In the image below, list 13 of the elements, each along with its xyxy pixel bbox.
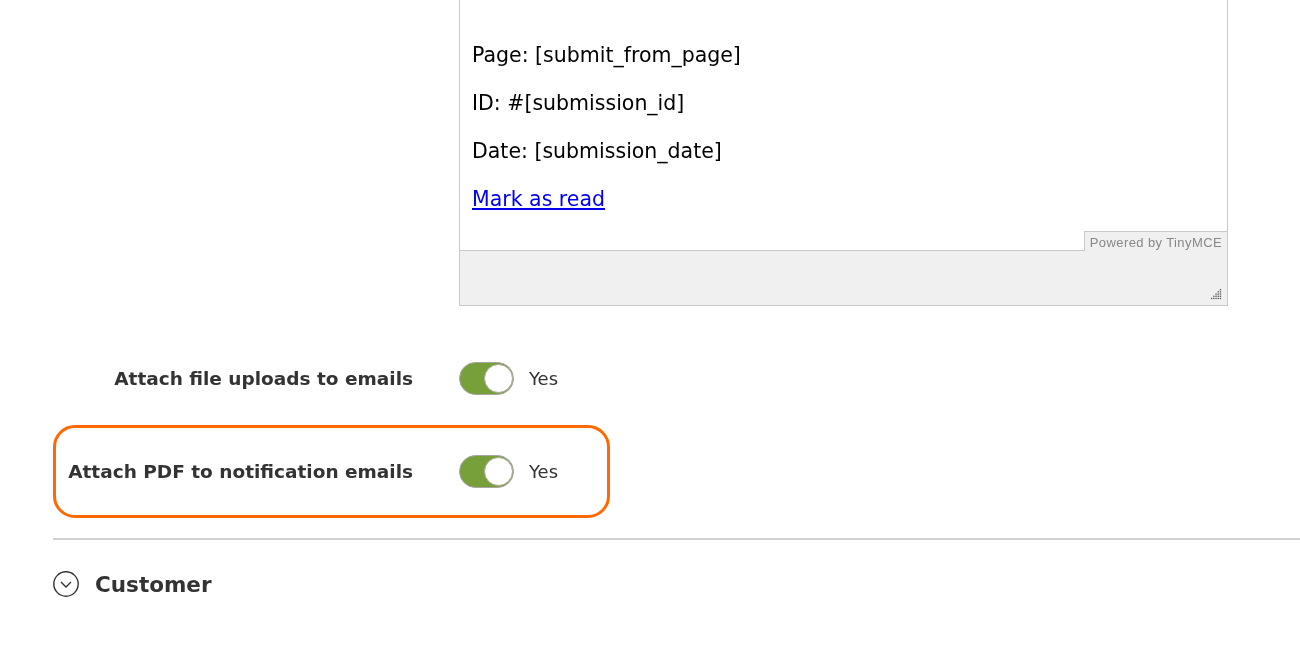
setting-label: Attach PDF to notification emails (68, 461, 413, 482)
toggle-switch[interactable] (459, 362, 514, 395)
resize-grip-icon[interactable] (1211, 289, 1222, 300)
section-header[interactable]: Customer (53, 571, 212, 597)
branding-label: Powered by TinyMCE (1083, 231, 1227, 251)
toggle-value-text: Yes (529, 368, 559, 389)
editor-paragraph: ID: #[submission_id] (472, 91, 685, 115)
editor-paragraph: Date: [submission_date] (472, 139, 722, 163)
toggle-value-text: Yes (529, 461, 559, 482)
editor-paragraph: Page: [submit_from_page] (472, 43, 741, 67)
mark-as-read-link[interactable]: Mark as read (472, 187, 605, 211)
setting-label: Attach file uploads to emails (114, 368, 413, 389)
toggle-switch[interactable] (459, 455, 514, 488)
